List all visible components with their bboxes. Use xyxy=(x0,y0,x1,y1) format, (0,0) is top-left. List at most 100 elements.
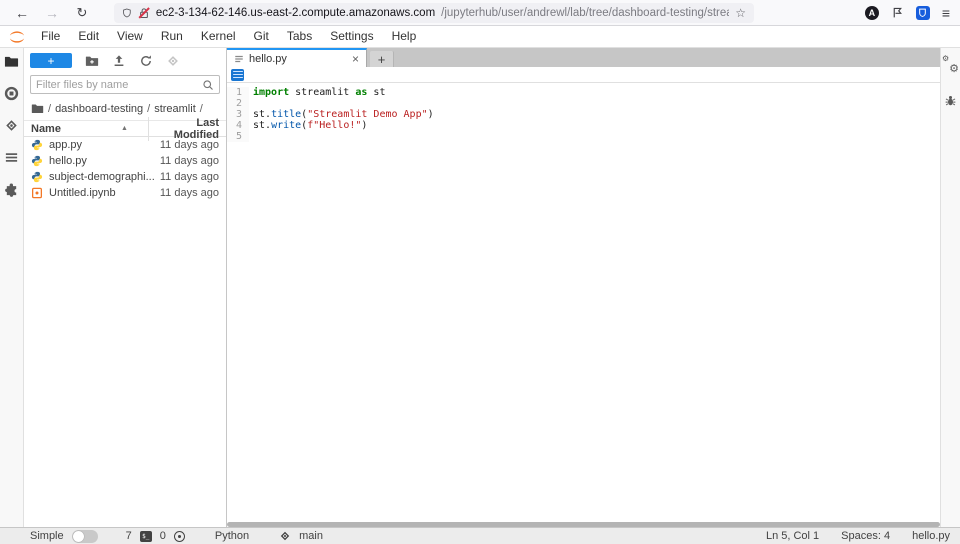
tab-close-icon[interactable]: × xyxy=(352,53,359,65)
cursor-position[interactable]: Ln 5, Col 1 xyxy=(766,530,819,542)
url-path: /jupyterhub/user/andrewl/lab/tree/dashbo… xyxy=(441,7,729,19)
markdown-preview-icon[interactable] xyxy=(231,69,244,81)
tab-label: hello.py xyxy=(249,53,287,65)
code-text: st.title("Streamlit Demo App") xyxy=(249,109,434,120)
code-line[interactable]: 4st.write(f"Hello!") xyxy=(227,120,940,131)
debugger-tab-icon[interactable] xyxy=(944,94,957,107)
notebook-file-icon xyxy=(31,187,44,200)
git-branch-name[interactable]: main xyxy=(299,530,323,542)
breadcrumb-segment[interactable]: dashboard-testing xyxy=(55,103,143,115)
breadcrumb-separator: / xyxy=(147,103,150,115)
browser-toolbar: ← → ↻ ec2-3-134-62-146.us-east-2.compute… xyxy=(0,0,960,26)
home-folder-icon[interactable] xyxy=(31,102,44,115)
file-modified: 11 days ago xyxy=(160,187,219,199)
code-line[interactable]: 2 xyxy=(227,98,940,109)
code-text: import streamlit as st xyxy=(249,87,385,98)
simple-mode-label: Simple xyxy=(30,530,64,542)
new-folder-button[interactable] xyxy=(85,54,99,68)
file-modified: 11 days ago xyxy=(160,155,219,167)
new-tab-button[interactable]: + xyxy=(370,51,394,67)
statusbar-filename: hello.py xyxy=(912,530,950,542)
language-indicator[interactable]: Python xyxy=(215,530,249,542)
file-name: app.py xyxy=(49,139,160,151)
code-line[interactable]: 3st.title("Streamlit Demo App") xyxy=(227,109,940,120)
file-modified: 11 days ago xyxy=(160,171,219,183)
insecure-lock-icon[interactable] xyxy=(138,7,150,19)
kernels-count[interactable]: 0 xyxy=(160,530,166,542)
editor-dock: hello.py × + 1import streamlit as st2 3s… xyxy=(227,48,940,527)
file-row[interactable]: hello.py11 days ago xyxy=(24,153,226,169)
extension-manager-tab-icon[interactable] xyxy=(4,182,19,197)
browser-menu-icon[interactable]: ≡ xyxy=(942,5,950,21)
code-line[interactable]: 1import streamlit as st xyxy=(227,87,940,98)
python-file-icon xyxy=(31,171,44,184)
column-header-name[interactable]: Name ▲ xyxy=(24,123,148,135)
browser-forward-button[interactable]: → xyxy=(40,5,64,21)
bitwarden-icon[interactable] xyxy=(916,6,930,20)
breadcrumb-separator: / xyxy=(48,103,51,115)
menu-item-view[interactable]: View xyxy=(108,26,152,47)
tab-hello-py[interactable]: hello.py × xyxy=(227,48,367,67)
editor-tabbar: hello.py × + xyxy=(227,48,940,67)
share-flag-icon[interactable] xyxy=(891,6,904,19)
terminal-icon[interactable]: $_ xyxy=(140,531,152,542)
line-number: 2 xyxy=(227,98,249,109)
file-name: subject-demographi... xyxy=(49,171,160,183)
line-number: 4 xyxy=(227,120,249,131)
simple-mode-toggle[interactable] xyxy=(72,530,98,543)
python-file-icon xyxy=(31,155,44,168)
editor-toolbar xyxy=(227,67,940,83)
file-row[interactable]: Untitled.ipynb11 days ago xyxy=(24,185,226,201)
status-bar: Simple 7 $_ 0 Python main Ln 5, Col 1 Sp… xyxy=(0,527,960,544)
upload-button[interactable] xyxy=(112,54,126,68)
column-header-modified[interactable]: Last Modified xyxy=(148,117,226,141)
file-browser-panel: + / dashboard-testing / streamlit / Name ▲ L… xyxy=(24,48,227,527)
menu-item-settings[interactable]: Settings xyxy=(321,26,382,47)
git-branch-icon xyxy=(279,530,291,542)
menu-item-help[interactable]: Help xyxy=(383,26,426,47)
refresh-button[interactable] xyxy=(139,54,153,68)
table-of-contents-tab-icon[interactable] xyxy=(4,150,19,165)
terminals-count[interactable]: 7 xyxy=(126,530,132,542)
file-filter-box[interactable] xyxy=(30,75,220,94)
property-inspector-tab-icon[interactable]: ⚙ ⚙ xyxy=(943,58,958,72)
menu-item-git[interactable]: Git xyxy=(245,26,278,47)
git-clone-button-disabled[interactable] xyxy=(166,54,180,68)
file-list: app.py11 days agohello.py11 days agosubj… xyxy=(24,137,226,201)
running-sessions-tab-icon[interactable] xyxy=(4,86,19,101)
breadcrumb-segment[interactable]: streamlit xyxy=(154,103,196,115)
breadcrumb-segments: / dashboard-testing / streamlit / xyxy=(48,103,203,115)
code-text xyxy=(249,131,259,142)
left-sidebar-strip xyxy=(0,48,24,527)
tab-spaces-indicator[interactable]: Spaces: 4 xyxy=(841,530,890,542)
browser-back-button[interactable]: ← xyxy=(10,5,34,21)
menu-item-edit[interactable]: Edit xyxy=(69,26,108,47)
file-browser-tab-icon[interactable] xyxy=(4,54,19,69)
bookmark-star-icon[interactable]: ☆ xyxy=(735,6,746,20)
menu-item-file[interactable]: File xyxy=(32,26,69,47)
tracking-shield-icon[interactable] xyxy=(122,7,132,19)
file-row[interactable]: subject-demographi...11 days ago xyxy=(24,169,226,185)
code-editor[interactable]: 1import streamlit as st2 3st.title("Stre… xyxy=(227,83,940,527)
python-file-icon xyxy=(31,139,44,152)
code-line[interactable]: 5 xyxy=(227,131,940,142)
menu-item-kernel[interactable]: Kernel xyxy=(192,26,245,47)
file-row[interactable]: app.py11 days ago xyxy=(24,137,226,153)
extension-a-icon[interactable]: A xyxy=(865,6,879,20)
jupyterlab-menubar: FileEditViewRunKernelGitTabsSettingsHelp xyxy=(0,26,960,48)
git-tab-icon[interactable] xyxy=(4,118,19,133)
file-name: hello.py xyxy=(49,155,160,167)
breadcrumb-separator: / xyxy=(200,103,203,115)
file-modified: 11 days ago xyxy=(160,139,219,151)
url-host: ec2-3-134-62-146.us-east-2.compute.amazo… xyxy=(156,7,435,19)
menu-item-run[interactable]: Run xyxy=(152,26,192,47)
menu-item-tabs[interactable]: Tabs xyxy=(278,26,321,47)
url-bar[interactable]: ec2-3-134-62-146.us-east-2.compute.amazo… xyxy=(114,3,754,23)
code-text: st.write(f"Hello!") xyxy=(249,120,367,131)
kernel-icon[interactable] xyxy=(174,531,185,542)
file-filter-input[interactable] xyxy=(36,79,202,91)
browser-reload-button[interactable]: ↻ xyxy=(70,5,94,21)
code-text xyxy=(249,98,259,109)
menubar-items: FileEditViewRunKernelGitTabsSettingsHelp xyxy=(32,26,425,47)
new-launcher-button[interactable]: + xyxy=(30,53,72,68)
